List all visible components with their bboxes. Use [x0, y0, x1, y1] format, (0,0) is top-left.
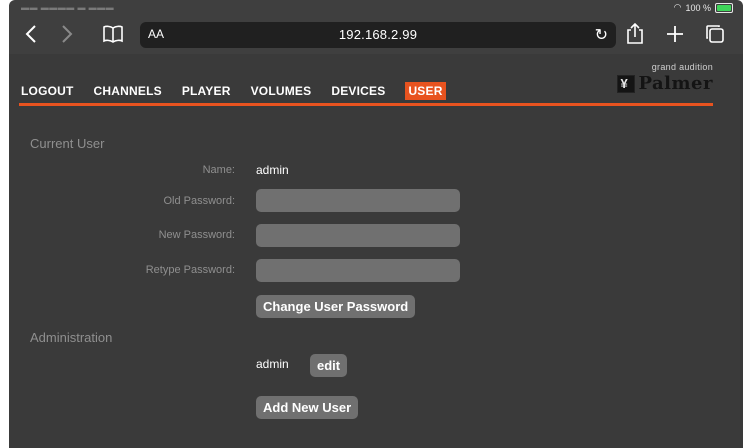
menu-logout[interactable]: LOGOUT: [21, 84, 74, 100]
status-right: ◠ 100 %: [674, 2, 733, 13]
web-page: LOGOUT CHANNELS PLAYER VOLUMES DEVICES U…: [9, 54, 743, 448]
main-menu: LOGOUT CHANNELS PLAYER VOLUMES DEVICES U…: [21, 82, 466, 100]
new-password-input[interactable]: [256, 224, 460, 247]
new-tab-button[interactable]: [661, 20, 689, 48]
battery-icon: [715, 2, 733, 13]
browser-toolbar: ▬▬ ▬▬▬▬ ▬ ▬▬▬ ◠ 100 % AA 192.168.2.99 ↻: [9, 0, 743, 54]
tabs-icon: [706, 25, 724, 43]
plus-icon: [667, 26, 683, 42]
menu-volumes[interactable]: VOLUMES: [251, 84, 312, 100]
menu-underline: [19, 103, 713, 106]
retype-password-input[interactable]: [256, 259, 460, 282]
chevron-left-icon: [25, 25, 36, 43]
admin-user-name: admin: [256, 357, 289, 371]
logo-tagline: grand audition: [651, 62, 713, 72]
menu-player[interactable]: PLAYER: [182, 84, 231, 100]
chevron-right-icon: [62, 25, 73, 43]
edit-user-button[interactable]: edit: [310, 354, 348, 377]
status-time: ▬▬ ▬▬▬▬ ▬ ▬▬▬: [21, 3, 115, 12]
share-button[interactable]: [621, 20, 649, 48]
tabs-button[interactable]: [701, 20, 729, 48]
old-password-input[interactable]: [256, 189, 460, 212]
palmer-logo: grand audition ¥ Palmer: [617, 62, 713, 94]
forward-button[interactable]: [53, 20, 81, 48]
section-current-user: Current User: [30, 136, 105, 151]
share-icon: [627, 23, 643, 44]
top-menu-bar: LOGOUT CHANNELS PLAYER VOLUMES DEVICES U…: [9, 54, 743, 106]
reload-icon[interactable]: ↻: [595, 25, 608, 45]
wifi-icon: ◠: [673, 2, 682, 12]
name-value: admin: [256, 163, 289, 177]
menu-devices[interactable]: DEVICES: [331, 84, 385, 100]
old-password-label: Old Password:: [163, 195, 235, 207]
address-bar[interactable]: AA 192.168.2.99 ↻: [140, 22, 616, 48]
url-text[interactable]: 192.168.2.99: [140, 27, 616, 42]
status-bar: ▬▬ ▬▬▬▬ ▬ ▬▬▬ ◠ 100 %: [9, 0, 743, 14]
bookmarks-button[interactable]: [99, 20, 127, 48]
retype-password-label: Retype Password:: [145, 264, 235, 276]
new-password-label: New Password:: [158, 229, 235, 241]
palm-tree-icon: ¥: [617, 74, 636, 93]
name-label: Name:: [202, 164, 235, 176]
logo-name: Palmer: [638, 73, 713, 94]
battery-percent: 100 %: [685, 2, 711, 13]
book-icon: [103, 25, 123, 43]
user-settings-panel: Current User Name: admin Old Password: N…: [9, 114, 743, 448]
menu-user[interactable]: USER: [405, 82, 446, 100]
menu-channels[interactable]: CHANNELS: [94, 84, 162, 100]
back-button[interactable]: [17, 20, 45, 48]
section-administration: Administration: [30, 330, 113, 345]
change-password-button[interactable]: Change User Password: [256, 295, 416, 318]
add-new-user-button[interactable]: Add New User: [256, 396, 359, 419]
